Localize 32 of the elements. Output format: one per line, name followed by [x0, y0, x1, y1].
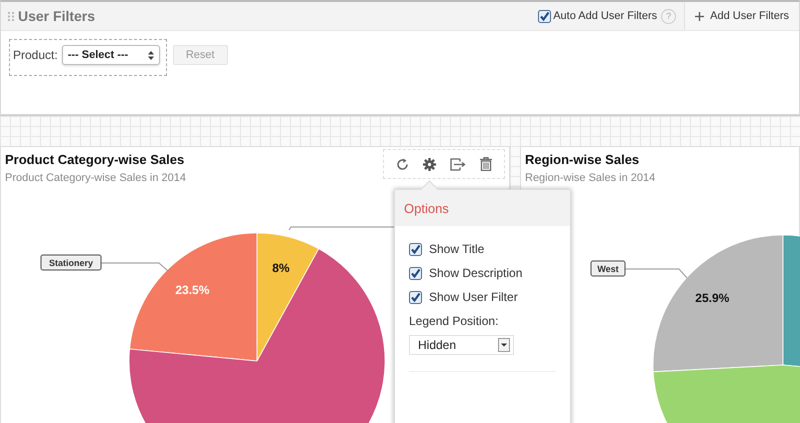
checkbox[interactable]: [409, 266, 422, 280]
checkbox[interactable]: [409, 290, 422, 304]
checkbox-label: Show Title: [429, 242, 484, 256]
options-title: Options: [404, 200, 449, 216]
drag-handle-icon[interactable]: [8, 12, 14, 20]
trash-icon[interactable]: [480, 157, 492, 171]
slice-label: 23.5%: [175, 283, 210, 297]
updown-arrows-icon: [148, 50, 154, 60]
checkbox-label: Auto Add User Filters: [553, 10, 658, 22]
chart-description: Region-wise Sales in 2014: [525, 172, 656, 184]
checkbox[interactable]: [409, 242, 422, 256]
plus-icon: [695, 12, 704, 20]
callout-label: Stationery: [40, 254, 102, 270]
slice-label: 8%: [272, 261, 290, 275]
checkbox[interactable]: [538, 10, 552, 22]
export-icon[interactable]: [450, 158, 466, 170]
chart-description: Product Category-wise Sales in 2014: [5, 172, 186, 184]
panel-title: User Filters: [18, 8, 96, 24]
leader-line: [100, 262, 168, 272]
refresh-icon[interactable]: [396, 158, 409, 170]
filter-label: Product:: [13, 48, 58, 62]
chart-title: Region-wise Sales: [525, 152, 640, 167]
legend-position-label: Legend Position:: [409, 314, 500, 328]
chart-title: Product Category-wise Sales: [5, 152, 186, 167]
product-select[interactable]: --- Select ---: [62, 45, 160, 65]
slice-label: 25.9%: [695, 290, 730, 305]
leader-line: [624, 268, 688, 278]
checkbox-label: Show Description: [429, 266, 522, 280]
gear-icon[interactable]: [423, 158, 436, 170]
legend-position-dropdown[interactable]: Hidden: [409, 335, 514, 355]
callout-label: West: [590, 260, 626, 276]
checkbox-label: Show User Filter: [429, 290, 518, 304]
